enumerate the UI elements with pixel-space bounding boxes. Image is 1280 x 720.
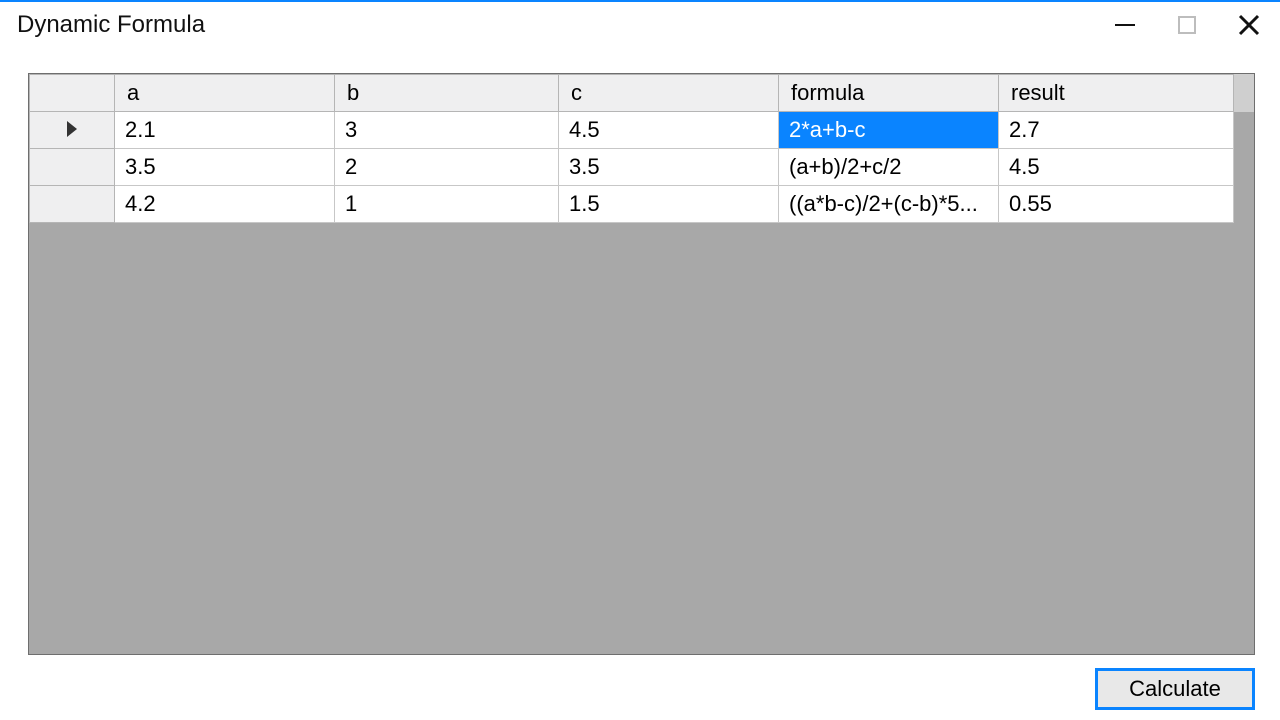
header-a[interactable]: a [115,75,335,112]
cell-result[interactable]: 4.5 [999,149,1234,186]
calculate-button[interactable]: Calculate [1095,668,1255,710]
row-indicator[interactable] [30,149,115,186]
row-indicator[interactable] [30,186,115,223]
datagrid-container: a b c formula result 2.1 3 4.5 2*a+b-c 2… [28,73,1255,655]
titlebar: Dynamic Formula [0,0,1280,48]
header-result[interactable]: result [999,75,1234,112]
cell-a[interactable]: 2.1 [115,112,335,149]
cell-formula[interactable]: (a+b)/2+c/2 [779,149,999,186]
table-row[interactable]: 2.1 3 4.5 2*a+b-c 2.7 [30,112,1234,149]
current-row-icon [67,121,77,137]
cell-b[interactable]: 2 [335,149,559,186]
cell-result[interactable]: 2.7 [999,112,1234,149]
table-row[interactable]: 4.2 1 1.5 ((a*b-c)/2+(c-b)*5... 0.55 [30,186,1234,223]
row-indicator[interactable] [30,112,115,149]
table-row[interactable]: 3.5 2 3.5 (a+b)/2+c/2 4.5 [30,149,1234,186]
header-c[interactable]: c [559,75,779,112]
minimize-button[interactable] [1094,2,1156,48]
vertical-scrollbar[interactable] [1233,74,1254,112]
header-row: a b c formula result [30,75,1234,112]
cell-formula[interactable]: 2*a+b-c [779,112,999,149]
cell-c[interactable]: 4.5 [559,112,779,149]
window-buttons [1094,2,1280,48]
header-rowselector[interactable] [30,75,115,112]
cell-b[interactable]: 1 [335,186,559,223]
cell-a[interactable]: 4.2 [115,186,335,223]
cell-a[interactable]: 3.5 [115,149,335,186]
cell-c[interactable]: 1.5 [559,186,779,223]
cell-b[interactable]: 3 [335,112,559,149]
datagrid[interactable]: a b c formula result 2.1 3 4.5 2*a+b-c 2… [29,74,1234,223]
window-title: Dynamic Formula [17,11,205,39]
close-button[interactable] [1218,2,1280,48]
cell-c[interactable]: 3.5 [559,149,779,186]
header-formula[interactable]: formula [779,75,999,112]
header-b[interactable]: b [335,75,559,112]
cell-formula[interactable]: ((a*b-c)/2+(c-b)*5... [779,186,999,223]
maximize-button[interactable] [1156,2,1218,48]
cell-result[interactable]: 0.55 [999,186,1234,223]
